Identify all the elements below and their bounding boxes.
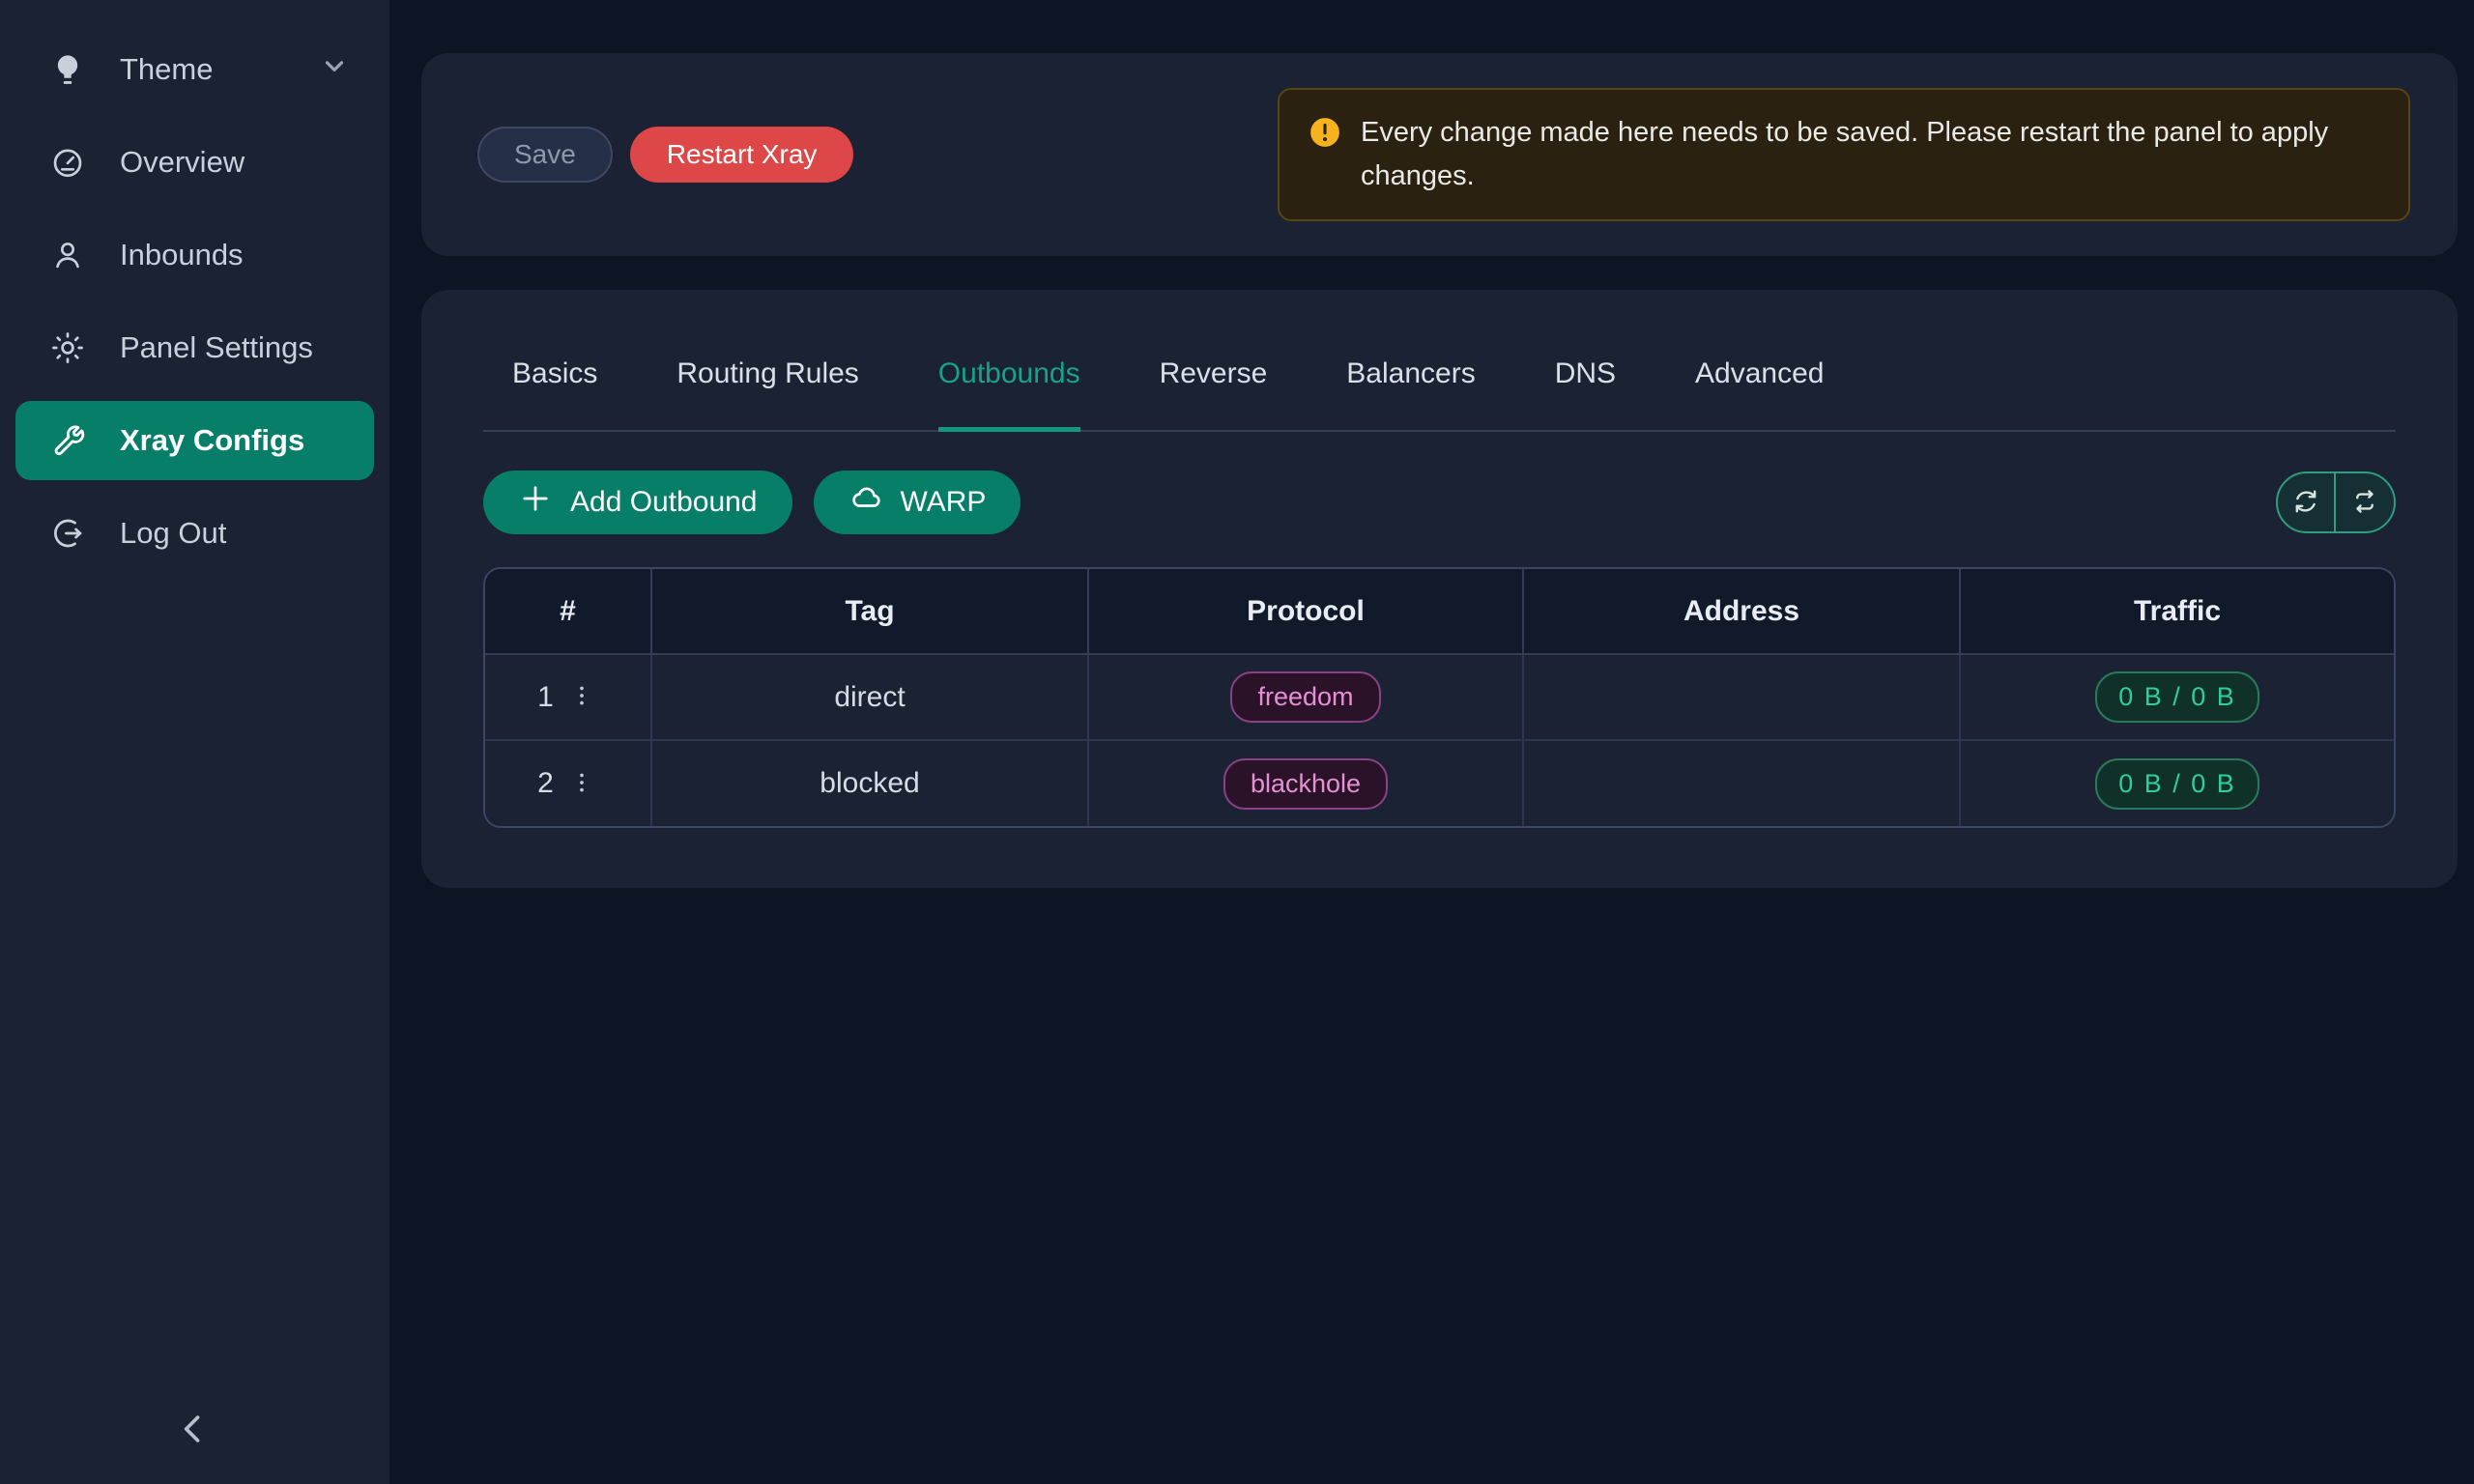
- outbounds-table: # Tag Protocol Address Traffic 1: [483, 567, 2396, 828]
- column-header-index: #: [485, 569, 651, 654]
- table-row: 1 direct freedom 0 B / 0 B: [485, 654, 2394, 740]
- column-header-address: Address: [1523, 569, 1960, 654]
- tab-routing-rules[interactable]: Routing Rules: [676, 357, 858, 430]
- refresh-button-group: [2276, 471, 2396, 533]
- sidebar-item-label: Log Out: [120, 516, 226, 551]
- repeat-icon: [2349, 486, 2380, 520]
- chevron-down-icon: [320, 51, 349, 88]
- row-address: [1523, 740, 1960, 826]
- sidebar-item-log-out[interactable]: Log Out: [15, 494, 374, 573]
- tab-reverse[interactable]: Reverse: [1160, 357, 1268, 430]
- chevron-left-icon: [172, 1408, 215, 1453]
- sidebar-item-inbounds[interactable]: Inbounds: [15, 215, 374, 295]
- restart-cores-button[interactable]: [2336, 473, 2394, 531]
- sidebar-item-theme[interactable]: Theme: [15, 30, 374, 109]
- sidebar-collapse-button[interactable]: [162, 1399, 224, 1461]
- tab-advanced[interactable]: Advanced: [1695, 357, 1824, 430]
- warp-label: WARP: [901, 486, 987, 519]
- row-index: 2: [537, 767, 554, 800]
- column-header-traffic: Traffic: [1960, 569, 2394, 654]
- sync-icon: [2290, 486, 2321, 520]
- dots-vertical-icon: [569, 683, 594, 711]
- traffic-badge: 0 B / 0 B: [2095, 758, 2259, 810]
- plus-icon: [518, 481, 553, 524]
- save-button[interactable]: Save: [477, 127, 613, 183]
- sidebar-item-label: Xray Configs: [120, 423, 304, 458]
- xray-config-card: Basics Routing Rules Outbounds Reverse B…: [421, 290, 2458, 888]
- sidebar-item-label: Theme: [120, 52, 213, 87]
- table-header-row: # Tag Protocol Address Traffic: [485, 569, 2394, 654]
- protocol-badge: blackhole: [1223, 758, 1388, 810]
- row-menu-button[interactable]: [565, 679, 598, 715]
- column-header-protocol: Protocol: [1088, 569, 1523, 654]
- sidebar-item-label: Overview: [120, 145, 245, 180]
- tab-basics[interactable]: Basics: [512, 357, 597, 430]
- sidebar-item-label: Panel Settings: [120, 330, 313, 365]
- cloud-icon: [849, 481, 883, 524]
- add-outbound-label: Add Outbound: [570, 486, 758, 519]
- tab-dns[interactable]: DNS: [1555, 357, 1616, 430]
- restart-warning-alert: Every change made here needs to be saved…: [1278, 88, 2410, 221]
- column-header-tag: Tag: [651, 569, 1088, 654]
- add-outbound-button[interactable]: Add Outbound: [483, 471, 792, 534]
- user-icon: [48, 236, 87, 274]
- row-index: 1: [537, 681, 554, 714]
- warp-button[interactable]: WARP: [814, 471, 1021, 534]
- row-tag: blocked: [651, 740, 1088, 826]
- row-address: [1523, 654, 1960, 740]
- row-tag: direct: [651, 654, 1088, 740]
- warning-icon: [1309, 116, 1341, 162]
- sidebar-item-panel-settings[interactable]: Panel Settings: [15, 308, 374, 387]
- table-row: 2 blocked blackhole 0 B / 0 B: [485, 740, 2394, 826]
- row-menu-button[interactable]: [565, 766, 598, 802]
- outbounds-actions-row: Add Outbound WARP: [483, 471, 2396, 534]
- sidebar: Theme Overview Inbounds: [0, 0, 389, 1484]
- sidebar-item-overview[interactable]: Overview: [15, 123, 374, 202]
- wrench-icon: [48, 421, 87, 460]
- config-tabs: Basics Routing Rules Outbounds Reverse B…: [483, 290, 2396, 432]
- dots-vertical-icon: [569, 770, 594, 798]
- main-content: Save Restart Xray Every change made here…: [389, 0, 2474, 1484]
- toolbar-card: Save Restart Xray Every change made here…: [421, 53, 2458, 256]
- dashboard-icon: [48, 143, 87, 182]
- traffic-badge: 0 B / 0 B: [2095, 671, 2259, 723]
- lightbulb-icon: [48, 50, 87, 89]
- tab-outbounds[interactable]: Outbounds: [938, 357, 1080, 432]
- gear-icon: [48, 328, 87, 367]
- tab-balancers[interactable]: Balancers: [1346, 357, 1475, 430]
- sidebar-item-label: Inbounds: [120, 238, 244, 272]
- alert-text: Every change made here needs to be saved…: [1361, 111, 2379, 198]
- logout-icon: [48, 514, 87, 553]
- protocol-badge: freedom: [1230, 671, 1380, 723]
- restart-xray-button[interactable]: Restart Xray: [630, 127, 854, 183]
- sidebar-item-xray-configs[interactable]: Xray Configs: [15, 401, 374, 480]
- reload-config-button[interactable]: [2278, 473, 2336, 531]
